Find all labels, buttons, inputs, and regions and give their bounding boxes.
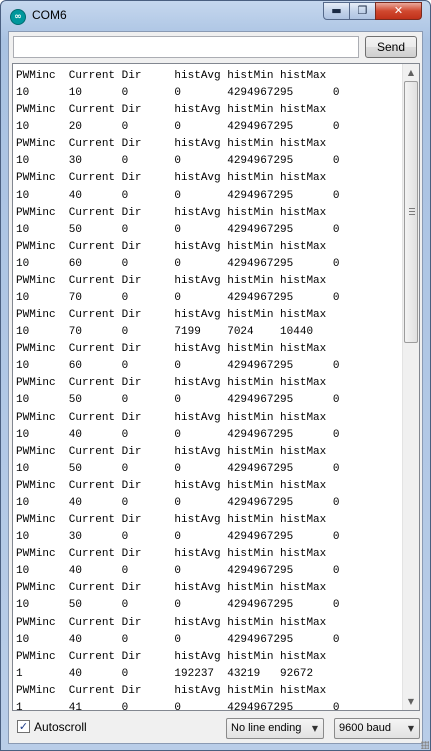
serial-input[interactable]: [13, 36, 359, 58]
output-line: 10 30 0 0 4294967295 0: [16, 155, 340, 168]
scrollbar-thumb[interactable]: [404, 81, 418, 343]
output-line: PWMinc Current Dir histAvg histMin histM…: [16, 172, 327, 185]
title-bar[interactable]: ∞ COM6 ▬ ❐ ✕: [1, 1, 430, 31]
output-line: PWMinc Current Dir histAvg histMin histM…: [16, 514, 327, 527]
client-area: Send PWMinc Current Dir histAvg histMin …: [8, 31, 423, 744]
line-ending-value: No line ending: [231, 722, 302, 734]
baud-rate-value: 9600 baud: [339, 722, 391, 734]
serial-output-panel[interactable]: PWMinc Current Dir histAvg histMin histM…: [12, 63, 420, 711]
output-line: PWMinc Current Dir histAvg histMin histM…: [16, 343, 327, 356]
serial-monitor-window: ∞ COM6 ▬ ❐ ✕ Send PWMinc Current Dir his…: [0, 0, 431, 751]
output-line: PWMinc Current Dir histAvg histMin histM…: [16, 445, 327, 458]
output-line: PWMinc Current Dir histAvg histMin histM…: [16, 377, 327, 390]
serial-output-text: PWMinc Current Dir histAvg histMin histM…: [16, 68, 406, 711]
chevron-down-icon: ▼: [311, 724, 318, 733]
output-line: 1 41 0 0 4294967295 0: [16, 701, 340, 711]
output-line: 10 40 0 0 4294967295 0: [16, 189, 340, 202]
chevron-down-icon: ▼: [407, 724, 414, 733]
output-line: PWMinc Current Dir histAvg histMin histM…: [16, 582, 327, 595]
close-button[interactable]: ✕: [375, 2, 422, 20]
output-line: 10 60 0 0 4294967295 0: [16, 360, 340, 373]
output-line: 1 40 0 192237 43219 92672: [16, 667, 314, 680]
output-line: PWMinc Current Dir histAvg histMin histM…: [16, 70, 327, 82]
output-line: PWMinc Current Dir histAvg histMin histM…: [16, 479, 327, 492]
minimize-button[interactable]: ▬: [323, 2, 350, 20]
autoscroll-label[interactable]: Autoscroll: [34, 720, 87, 734]
output-line: 10 70 0 0 4294967295 0: [16, 292, 340, 305]
output-line: PWMinc Current Dir histAvg histMin histM…: [16, 138, 327, 151]
output-line: 10 10 0 0 4294967295 0: [16, 87, 340, 100]
vertical-scrollbar[interactable]: ▲ ▼: [402, 64, 419, 710]
output-line: 10 50 0 0 4294967295 0: [16, 223, 340, 236]
output-line: PWMinc Current Dir histAvg histMin histM…: [16, 309, 327, 322]
window-title: COM6: [32, 8, 67, 22]
output-line: PWMinc Current Dir histAvg histMin histM…: [16, 650, 327, 663]
output-line: PWMinc Current Dir histAvg histMin histM…: [16, 206, 327, 219]
arduino-icon: ∞: [10, 9, 26, 25]
line-ending-select[interactable]: No line ending ▼: [226, 718, 324, 739]
output-line: 10 50 0 0 4294967295 0: [16, 599, 340, 612]
resize-grip-icon[interactable]: [421, 741, 429, 749]
scroll-down-arrow-icon[interactable]: ▼: [403, 693, 419, 710]
output-line: 10 60 0 0 4294967295 0: [16, 257, 340, 270]
output-line: 10 20 0 0 4294967295 0: [16, 121, 340, 134]
baud-rate-select[interactable]: 9600 baud ▼: [334, 718, 420, 739]
output-line: PWMinc Current Dir histAvg histMin histM…: [16, 274, 327, 287]
output-line: 10 70 0 7199 7024 10440: [16, 326, 314, 339]
output-line: PWMinc Current Dir histAvg histMin histM…: [16, 684, 327, 697]
output-line: 10 40 0 0 4294967295 0: [16, 633, 340, 646]
maximize-button[interactable]: ❐: [349, 2, 376, 20]
output-line: 10 40 0 0 4294967295 0: [16, 428, 340, 441]
output-line: PWMinc Current Dir histAvg histMin histM…: [16, 240, 327, 253]
autoscroll-checkbox[interactable]: ✓: [17, 720, 30, 733]
output-line: 10 40 0 0 4294967295 0: [16, 496, 340, 509]
output-line: PWMinc Current Dir histAvg histMin histM…: [16, 411, 327, 424]
output-line: PWMinc Current Dir histAvg histMin histM…: [16, 104, 327, 117]
bottom-bar: ✓ Autoscroll No line ending ▼ 9600 baud …: [12, 716, 420, 740]
output-line: PWMinc Current Dir histAvg histMin histM…: [16, 548, 327, 561]
grip-icon: [409, 208, 415, 216]
output-line: 10 30 0 0 4294967295 0: [16, 531, 340, 544]
send-button[interactable]: Send: [365, 36, 417, 58]
scroll-up-arrow-icon[interactable]: ▲: [403, 64, 419, 81]
output-line: 10 40 0 0 4294967295 0: [16, 565, 340, 578]
output-line: 10 50 0 0 4294967295 0: [16, 462, 340, 475]
output-line: 10 50 0 0 4294967295 0: [16, 394, 340, 407]
output-line: PWMinc Current Dir histAvg histMin histM…: [16, 616, 327, 629]
